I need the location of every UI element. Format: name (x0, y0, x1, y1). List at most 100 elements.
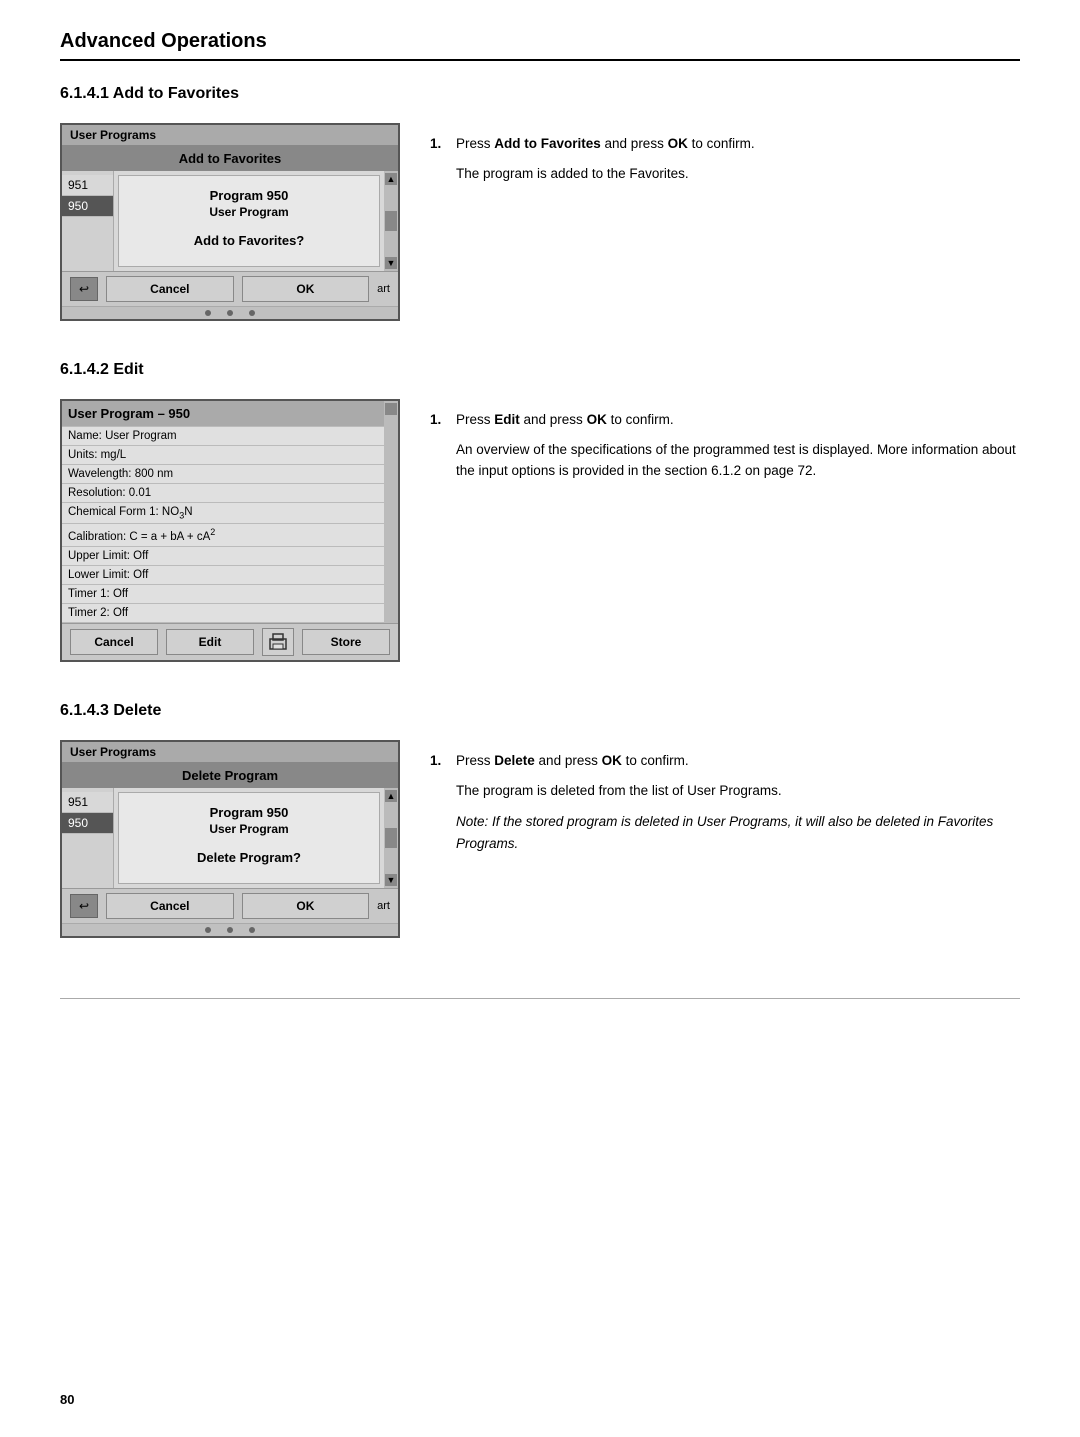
device-screen-edit: User Program – 950 Name: User Program Un… (60, 399, 400, 662)
icon-box-edit[interactable] (262, 628, 294, 656)
edit-scroll (384, 401, 398, 623)
ok-button-delete[interactable]: OK (242, 893, 370, 919)
step-text-1-delete: Press Delete and press OK to confirm. (456, 750, 689, 772)
table-row-timer1[interactable]: Timer 1: Off (62, 585, 384, 604)
scroll-down-atf[interactable]: ▼ (385, 257, 397, 269)
cell-lower-limit: Lower Limit: Off (62, 566, 384, 585)
section-title-delete: 6.1.4.3 Delete (60, 702, 1020, 720)
nav-dot-3 (249, 310, 255, 316)
back-button-delete[interactable]: ↩ (70, 894, 98, 918)
table-row-units[interactable]: Units: mg/L (62, 446, 384, 465)
section-title-add-favorites: 6.1.4.1 Add to Favorites (60, 85, 1020, 103)
step-num-1-edit: 1. (430, 409, 448, 431)
table-row-lower-limit[interactable]: Lower Limit: Off (62, 566, 384, 585)
step-num-1-atf: 1. (430, 133, 448, 155)
table-row-upper-limit[interactable]: Upper Limit: Off (62, 547, 384, 566)
scroll-up-delete[interactable]: ▲ (385, 790, 397, 802)
step-text-1-atf: Press Add to Favorites and press OK to c… (456, 133, 755, 155)
prog-type-atf: User Program (135, 205, 363, 219)
specs-table: User Program – 950 Name: User Program Un… (62, 401, 384, 623)
device-screen-atf: User Programs Add to Favorites 951 950 P… (60, 123, 400, 321)
ok-button-atf[interactable]: OK (242, 276, 370, 302)
back-button-atf[interactable]: ↩ (70, 277, 98, 301)
section-title-edit: 6.1.4.2 Edit (60, 361, 1020, 379)
list-item-951-delete[interactable]: 951 (62, 792, 113, 813)
list-item-950[interactable]: 950 (62, 196, 113, 217)
page-number: 80 (60, 1392, 74, 1407)
section-add-favorites: User Programs Add to Favorites 951 950 P… (60, 123, 1020, 321)
screen-delete-container: User Programs Delete Program 951 950 Pro… (60, 740, 400, 938)
step-1-atf: 1. Press Add to Favorites and press OK t… (430, 133, 1020, 155)
scroll-up-atf[interactable]: ▲ (385, 173, 397, 185)
nav-dot-d1 (205, 927, 211, 933)
instructions-edit: 1. Press Edit and press OK to confirm. A… (430, 399, 1020, 492)
result-text-delete: The program is deleted from the list of … (456, 780, 1020, 802)
scroll-thumb-atf (385, 211, 397, 231)
cell-units: Units: mg/L (62, 446, 384, 465)
cell-wavelength: Wavelength: 800 nm (62, 465, 384, 484)
screen-footer-atf: ↩ Cancel OK art (62, 271, 398, 306)
prog-number-delete: Program 950 (135, 805, 363, 820)
list-item-951[interactable]: 951 (62, 175, 113, 196)
scroll-thumb-delete (385, 828, 397, 848)
instructions-delete: 1. Press Delete and press OK to confirm.… (430, 740, 1020, 864)
scroll-down-delete[interactable]: ▼ (385, 874, 397, 886)
edit-scroll-up[interactable] (385, 403, 397, 415)
screen-body-delete: 951 950 Program 950 User Program Delete … (62, 788, 398, 888)
edit-wrapper: User Program – 950 Name: User Program Un… (62, 401, 398, 660)
prompt-atf: Add to Favorites? (135, 233, 363, 248)
edit-footer: Cancel Edit Store (62, 623, 398, 660)
bottom-rule (60, 998, 1020, 999)
screen-edit-container: User Program – 950 Name: User Program Un… (60, 399, 400, 662)
footer-label-atf: art (377, 283, 390, 295)
table-row-timer2[interactable]: Timer 2: Off (62, 604, 384, 623)
device-screen-delete: User Programs Delete Program 951 950 Pro… (60, 740, 400, 938)
screen-add-favorites: User Programs Add to Favorites 951 950 P… (60, 123, 400, 321)
screen-body-atf: 951 950 Program 950 User Program Add to … (62, 171, 398, 271)
prog-type-delete: User Program (135, 822, 363, 836)
print-icon (267, 633, 289, 651)
edit-button-edit[interactable]: Edit (166, 629, 254, 655)
screen-scroll-delete: ▲ ▼ (384, 788, 398, 888)
cancel-button-atf[interactable]: Cancel (106, 276, 234, 302)
dialog-title-atf: Add to Favorites (62, 146, 398, 171)
instructions-atf: 1. Press Add to Favorites and press OK t… (430, 123, 1020, 194)
section-edit: User Program – 950 Name: User Program Un… (60, 399, 1020, 662)
cell-resolution: Resolution: 0.01 (62, 484, 384, 503)
cell-calibration: Calibration: C = a + bA + cA2 (62, 524, 384, 547)
table-row-calibration[interactable]: Calibration: C = a + bA + cA2 (62, 524, 384, 547)
result-text-atf: The program is added to the Favorites. (456, 163, 1020, 185)
screen-scroll-atf: ▲ ▼ (384, 171, 398, 271)
step-1-delete: 1. Press Delete and press OK to confirm. (430, 750, 1020, 772)
screen-footer-delete: ↩ Cancel OK art (62, 888, 398, 923)
nav-dots-atf (62, 306, 398, 319)
result-text-edit: An overview of the specifications of the… (456, 439, 1020, 482)
table-header-row: User Program – 950 (62, 401, 384, 427)
page-title: Advanced Operations (60, 30, 1020, 53)
step-1-edit: 1. Press Edit and press OK to confirm. (430, 409, 1020, 431)
store-button-edit[interactable]: Store (302, 629, 390, 655)
cancel-button-edit[interactable]: Cancel (70, 629, 158, 655)
dialog-title-delete: Delete Program (62, 763, 398, 788)
screen-header-partial: User Programs (62, 125, 398, 146)
table-header-cell: User Program – 950 (62, 401, 384, 427)
footer-label-delete: art (377, 900, 390, 912)
section-delete: User Programs Delete Program 951 950 Pro… (60, 740, 1020, 938)
prog-number-atf: Program 950 (135, 188, 363, 203)
step-num-1-delete: 1. (430, 750, 448, 772)
cell-name: Name: User Program (62, 427, 384, 446)
list-item-950-delete[interactable]: 950 (62, 813, 113, 834)
step-text-1-edit: Press Edit and press OK to confirm. (456, 409, 674, 431)
table-row-resolution[interactable]: Resolution: 0.01 (62, 484, 384, 503)
screen-main-atf: Program 950 User Program Add to Favorite… (118, 175, 380, 267)
screen-list-col-delete: 951 950 (62, 788, 114, 888)
table-row-chemical[interactable]: Chemical Form 1: NO3N (62, 503, 384, 524)
screen-main-delete: Program 950 User Program Delete Program? (118, 792, 380, 884)
cancel-button-delete[interactable]: Cancel (106, 893, 234, 919)
nav-dot-2 (227, 310, 233, 316)
table-row-name[interactable]: Name: User Program (62, 427, 384, 446)
note-text-delete: Note: If the stored program is deleted i… (456, 811, 1020, 854)
header-divider (60, 59, 1020, 61)
table-row-wavelength[interactable]: Wavelength: 800 nm (62, 465, 384, 484)
screen-header-partial-delete: User Programs (62, 742, 398, 763)
